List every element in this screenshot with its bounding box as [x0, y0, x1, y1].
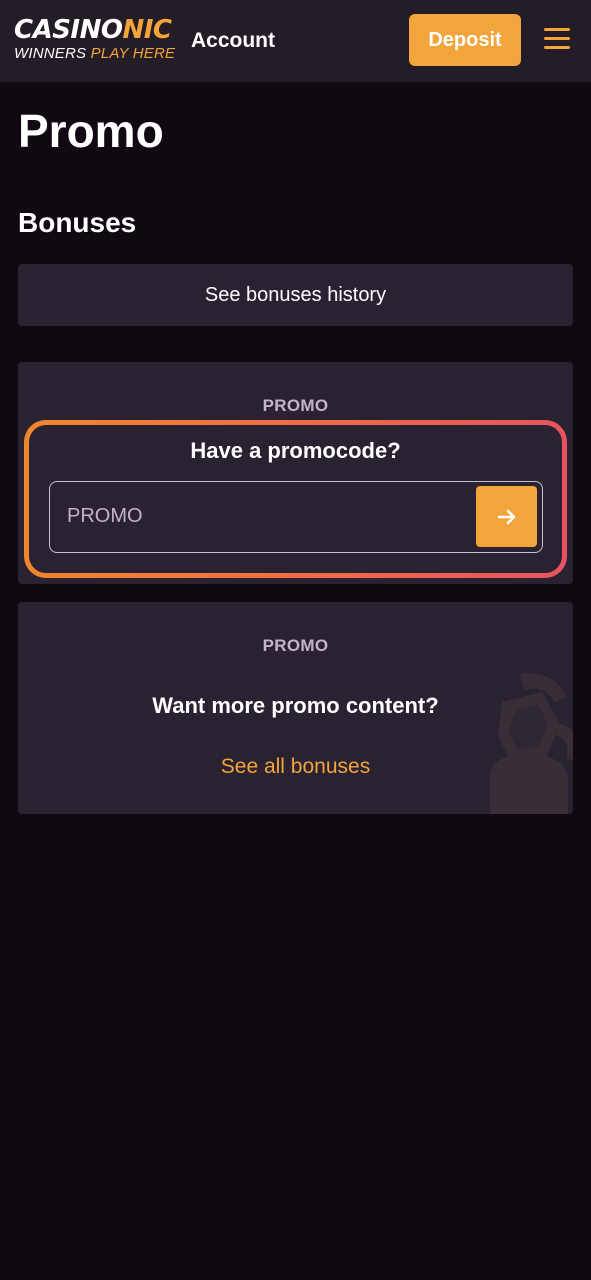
logo-tagline-winners: WINNERS — [14, 45, 91, 62]
account-link[interactable]: Account — [191, 28, 275, 54]
promo-code-field — [49, 481, 543, 553]
arrow-right-icon — [497, 509, 515, 524]
promo-code-question: Have a promocode? — [190, 438, 401, 463]
promo-code-submit-button[interactable] — [476, 486, 537, 547]
promo-code-panel: Have a promocode? — [29, 425, 562, 573]
bonuses-history-button[interactable]: See bonuses history — [18, 264, 573, 326]
promo-code-input[interactable] — [50, 482, 470, 551]
see-all-bonuses-link[interactable]: See all bonuses — [18, 754, 573, 780]
top-header: CASINONIC WINNERS PLAY HERE Account Depo… — [0, 0, 591, 82]
logo-wordmark: CASINONIC — [14, 15, 174, 45]
promo-code-highlight: Have a promocode? — [24, 420, 567, 578]
logo-tagline: WINNERS PLAY HERE — [14, 45, 176, 63]
hamburger-menu-icon[interactable] — [544, 26, 570, 52]
trophy-icon — [490, 673, 573, 814]
promo-content-card: PROMO Want more promo content? See all b… — [18, 602, 573, 814]
promo-content-card-label: PROMO — [262, 636, 329, 655]
section-title-bonuses: Bonuses — [18, 207, 137, 238]
page-title: Promo — [18, 105, 164, 157]
logo-tagline-play-here: PLAY HERE — [90, 45, 176, 62]
promo-code-card-label: PROMO — [262, 396, 329, 415]
logo-word-casino: CASINO — [14, 15, 123, 45]
deposit-button[interactable]: Deposit — [409, 14, 521, 66]
promo-content-question: Want more promo content? — [152, 693, 439, 718]
casinonic-logo[interactable]: CASINONIC WINNERS PLAY HERE — [14, 15, 176, 69]
logo-word-nic: NIC — [122, 15, 172, 45]
